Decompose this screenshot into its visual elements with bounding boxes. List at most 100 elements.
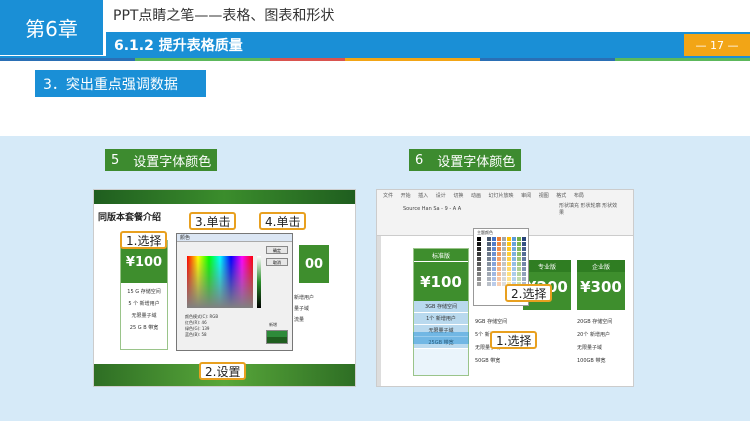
color-swatch[interactable]	[502, 267, 506, 271]
color-swatch[interactable]	[517, 257, 521, 261]
color-swatch[interactable]	[482, 237, 486, 241]
rgb-fields[interactable]: 颜色模式(C): RGB 红色(R): 46 绿色(G): 139 蓝色(B):…	[185, 314, 218, 338]
color-swatch[interactable]	[487, 272, 491, 276]
color-swatch[interactable]	[492, 252, 496, 256]
color-swatch[interactable]	[482, 252, 486, 256]
color-swatch[interactable]	[497, 242, 501, 246]
color-swatch[interactable]	[492, 242, 496, 246]
color-swatch[interactable]	[492, 282, 496, 286]
color-swatch[interactable]	[522, 257, 526, 261]
color-swatch[interactable]	[517, 247, 521, 251]
color-swatch[interactable]	[497, 282, 501, 286]
color-swatch[interactable]	[487, 242, 491, 246]
color-swatch[interactable]	[507, 277, 511, 281]
color-swatch[interactable]	[517, 262, 521, 266]
color-swatch[interactable]	[517, 277, 521, 281]
blue-field[interactable]: 蓝色(B): 58	[185, 332, 218, 338]
color-swatch[interactable]	[492, 257, 496, 261]
color-swatch[interactable]	[497, 237, 501, 241]
color-swatch[interactable]	[477, 282, 481, 286]
color-swatch[interactable]	[482, 262, 486, 266]
plan-card[interactable]: ¥100 15 G 存储空间 5 个 新增用户 无限量子域 25 G B 带宽	[120, 240, 168, 350]
color-swatch[interactable]	[517, 242, 521, 246]
color-swatch[interactable]	[512, 237, 516, 241]
color-swatch[interactable]	[512, 242, 516, 246]
color-swatch[interactable]	[517, 237, 521, 241]
color-swatch[interactable]	[507, 272, 511, 276]
color-swatch[interactable]	[477, 252, 481, 256]
color-swatch[interactable]	[502, 252, 506, 256]
color-swatch[interactable]	[477, 262, 481, 266]
plan-card-standard[interactable]: 标准版 ¥100 3GB 存储空间 1个 新增用户 无限量子域 25GB 带宽	[413, 248, 469, 376]
color-swatch[interactable]	[522, 237, 526, 241]
color-swatch[interactable]	[522, 247, 526, 251]
color-swatch[interactable]	[512, 277, 516, 281]
color-swatch[interactable]	[477, 257, 481, 261]
color-swatch[interactable]	[497, 262, 501, 266]
color-swatch[interactable]	[512, 262, 516, 266]
color-swatch[interactable]	[487, 252, 491, 256]
color-swatch[interactable]	[482, 277, 486, 281]
color-swatch[interactable]	[482, 282, 486, 286]
color-swatch[interactable]	[522, 262, 526, 266]
color-swatch[interactable]	[487, 277, 491, 281]
color-swatch[interactable]	[512, 272, 516, 276]
ok-button[interactable]: 确定	[266, 246, 288, 254]
color-swatch[interactable]	[512, 247, 516, 251]
color-swatch[interactable]	[497, 247, 501, 251]
color-swatch[interactable]	[502, 272, 506, 276]
font-controls[interactable]: Source Han Sa - 9 - A A	[403, 206, 461, 212]
color-swatch[interactable]	[492, 262, 496, 266]
color-swatch[interactable]	[477, 242, 481, 246]
color-swatch[interactable]	[502, 247, 506, 251]
color-swatch[interactable]	[502, 277, 506, 281]
color-swatch[interactable]	[522, 242, 526, 246]
color-swatch[interactable]	[507, 242, 511, 246]
color-swatch[interactable]	[497, 277, 501, 281]
color-swatch[interactable]	[477, 272, 481, 276]
color-spectrum[interactable]	[187, 256, 253, 308]
color-swatch[interactable]	[507, 267, 511, 271]
color-swatch[interactable]	[522, 252, 526, 256]
color-swatch[interactable]	[507, 237, 511, 241]
color-swatch[interactable]	[482, 272, 486, 276]
color-swatch[interactable]	[522, 267, 526, 271]
ribbon-tabs[interactable]: 文件 开始 插入 设计 切换 动画 幻灯片放映 审阅 视图 格式 布局	[383, 192, 584, 199]
color-swatch[interactable]	[497, 257, 501, 261]
color-swatch[interactable]	[517, 252, 521, 256]
luminance-slider[interactable]	[257, 256, 261, 308]
shape-format-group[interactable]: 形状填充 形状轮廓 形状效果	[559, 202, 621, 220]
color-swatch[interactable]	[507, 252, 511, 256]
color-swatch[interactable]	[482, 242, 486, 246]
plan-card-enterprise[interactable]: 企业版 ¥300	[577, 260, 625, 310]
color-swatch-grid[interactable]	[477, 237, 526, 286]
color-swatch[interactable]	[492, 247, 496, 251]
color-swatch[interactable]	[522, 277, 526, 281]
color-swatch[interactable]	[492, 237, 496, 241]
color-swatch[interactable]	[507, 262, 511, 266]
color-swatch[interactable]	[502, 242, 506, 246]
color-swatch[interactable]	[487, 262, 491, 266]
color-swatch[interactable]	[487, 237, 491, 241]
color-swatch[interactable]	[492, 272, 496, 276]
color-swatch[interactable]	[502, 262, 506, 266]
color-swatch[interactable]	[517, 272, 521, 276]
color-swatch[interactable]	[507, 257, 511, 261]
color-swatch[interactable]	[477, 277, 481, 281]
color-swatch[interactable]	[497, 267, 501, 271]
color-swatch[interactable]	[487, 257, 491, 261]
color-swatch[interactable]	[477, 267, 481, 271]
color-swatch[interactable]	[512, 257, 516, 261]
color-swatch[interactable]	[487, 247, 491, 251]
color-swatch[interactable]	[502, 237, 506, 241]
color-swatch[interactable]	[482, 247, 486, 251]
color-swatch[interactable]	[502, 257, 506, 261]
color-swatch[interactable]	[517, 267, 521, 271]
cancel-button[interactable]: 取消	[266, 258, 288, 266]
color-swatch[interactable]	[522, 272, 526, 276]
color-swatch[interactable]	[497, 252, 501, 256]
color-swatch[interactable]	[482, 267, 486, 271]
color-swatch[interactable]	[512, 252, 516, 256]
color-swatch[interactable]	[487, 267, 491, 271]
color-swatch[interactable]	[477, 247, 481, 251]
